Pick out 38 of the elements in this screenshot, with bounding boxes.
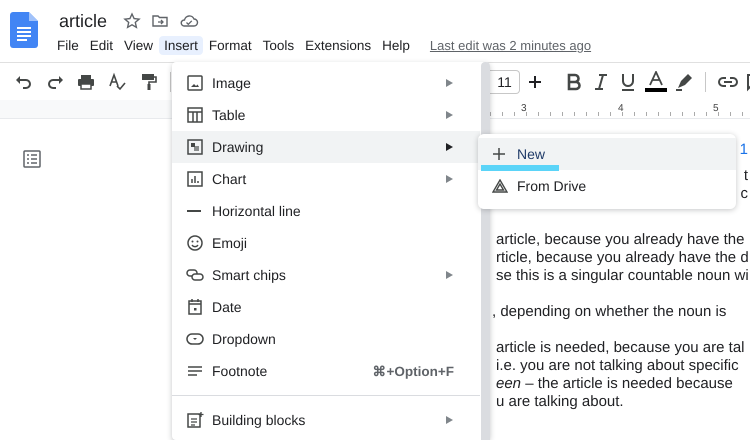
document-text-line: se this is a singular countable noun wi bbox=[496, 267, 749, 284]
shortcut-text: ⌘+Option+F bbox=[372, 363, 454, 379]
menu-item[interactable]: Insert bbox=[159, 36, 203, 55]
document-title[interactable]: article bbox=[59, 10, 108, 32]
menu-item[interactable]: Footnote ⌘+Option+F bbox=[172, 355, 480, 387]
ruler-number: 4 bbox=[618, 103, 624, 114]
document-text-line: , depending on whether the noun is bbox=[492, 303, 726, 320]
menu-item[interactable]: Horizontal line bbox=[172, 195, 480, 227]
document-text-line: article, because you already have the bbox=[496, 231, 744, 248]
menu-item[interactable]: Chart bbox=[172, 163, 480, 195]
menu-item[interactable]: Extensions bbox=[300, 36, 376, 55]
menu-item[interactable]: View bbox=[119, 36, 158, 55]
ruler-number: 5 bbox=[713, 103, 719, 114]
document-text-line: i.e. you are not talking about specific bbox=[496, 357, 739, 374]
document-text-line: article is needed, because you are tal bbox=[496, 339, 744, 356]
document-text-fragment: c bbox=[740, 185, 748, 203]
menu-item[interactable]: Smart chips bbox=[172, 259, 480, 291]
menu-item[interactable]: Image bbox=[172, 67, 480, 99]
menu-item[interactable]: Date bbox=[172, 291, 480, 323]
menu-item[interactable]: Help bbox=[377, 36, 415, 55]
menu-item[interactable]: Edit bbox=[84, 36, 118, 55]
menu-item[interactable]: Drawing bbox=[172, 131, 480, 163]
menu-item[interactable]: Emoji bbox=[172, 227, 480, 259]
document-text-fragment: t bbox=[744, 167, 748, 185]
menu-item[interactable]: Format bbox=[204, 36, 257, 55]
menu-item[interactable]: File bbox=[52, 36, 84, 55]
submenu-item[interactable]: From Drive bbox=[478, 170, 736, 202]
last-edit-link[interactable]: Last edit was 2 minutes ago bbox=[430, 38, 592, 53]
menu-item[interactable]: Tools bbox=[258, 36, 300, 55]
document-text-line: rticle, because you already have the d bbox=[496, 249, 749, 266]
document-text-line: u are talking about. bbox=[496, 393, 624, 410]
document-text-fragment: 1 bbox=[740, 141, 748, 159]
submenu-item[interactable]: New bbox=[478, 138, 736, 170]
menu-item[interactable]: Building blocks bbox=[172, 404, 480, 436]
menu-item[interactable]: Table bbox=[172, 99, 480, 131]
menu-item[interactable]: Dropdown bbox=[172, 323, 480, 355]
document-text-line: een – the article is needed because bbox=[496, 375, 733, 392]
ruler-number: 3 bbox=[521, 103, 527, 114]
